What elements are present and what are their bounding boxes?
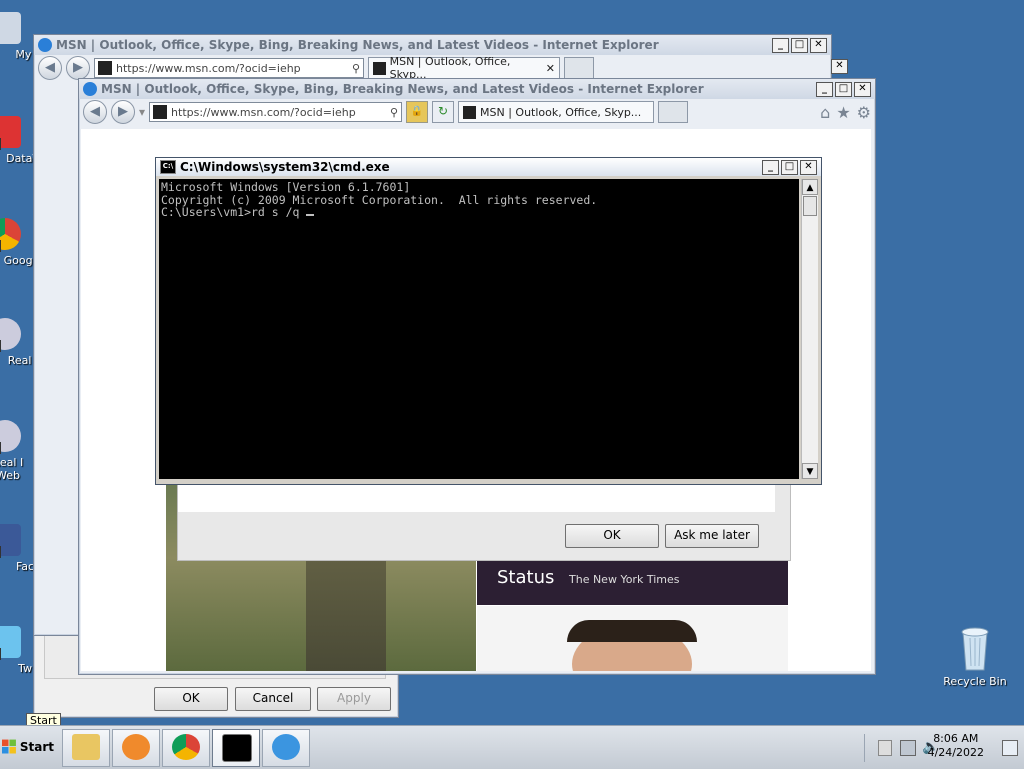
cmd-icon: C:\ (160, 160, 176, 174)
taskbar-chrome[interactable] (162, 729, 210, 767)
search-icon[interactable]: ⚲ (352, 62, 360, 75)
real-player-icon (0, 318, 21, 352)
address-text: https://www.msn.com/?ocid=iehp (116, 61, 301, 75)
home-icon[interactable]: ⌂ (820, 103, 830, 122)
scroll-down-arrow-icon[interactable]: ▼ (802, 463, 818, 479)
tab-label: MSN | Outlook, Office, Skyp... (480, 105, 642, 119)
back-button[interactable]: ◀ (38, 56, 62, 80)
facebook-icon (0, 524, 21, 558)
desktop-icon-label: Recycle Bin (943, 675, 1007, 688)
ie-icon (83, 82, 97, 96)
window-title: MSN | Outlook, Office, Skype, Bing, Brea… (56, 38, 659, 52)
ie-icon (38, 38, 52, 52)
system-tray: 🔈 8:06 AM 4/24/2022 (864, 726, 1024, 769)
ok-button[interactable]: OK (565, 524, 659, 548)
refresh-icon[interactable]: ↻ (432, 101, 455, 123)
action-center-icon[interactable] (878, 740, 892, 756)
computer-icon (0, 12, 21, 44)
back-button[interactable]: ◀ (83, 100, 107, 124)
gear-icon[interactable]: ⚙ (857, 103, 871, 122)
ok-button[interactable]: OK (154, 687, 228, 711)
windows-logo-icon (2, 739, 16, 754)
console-output[interactable]: Microsoft Windows [Version 6.1.7601] Copy… (159, 179, 799, 479)
desktop-icon-label: Tw (18, 662, 32, 675)
console-line: Microsoft Windows [Version 6.1.7601] (161, 180, 411, 194)
ie-icon (272, 734, 300, 760)
news-image-portrait[interactable] (477, 606, 788, 671)
scroll-thumb[interactable] (803, 196, 817, 216)
chrome-icon (172, 734, 200, 760)
desktop-icon-recycle-bin[interactable]: Recycle Bin (940, 626, 1010, 688)
forward-button[interactable]: ▶ (66, 56, 90, 80)
lock-icon[interactable]: 🔒 (406, 101, 429, 123)
notification-dialog: OK Ask me later (177, 483, 791, 561)
console-prompt-line: C:\Users\vm1>rd s /q (161, 205, 307, 219)
text-cursor (306, 214, 315, 216)
title-bar: C:\ C:\Windows\system32\cmd.exe _ □ ✕ (156, 158, 821, 176)
maximize-button[interactable]: □ (781, 159, 798, 175)
msn-favicon (463, 105, 477, 119)
scroll-up-arrow-icon[interactable]: ▲ (802, 179, 818, 195)
close-button[interactable]: ✕ (800, 159, 817, 175)
chrome-icon (0, 218, 21, 252)
start-label: Start (19, 740, 54, 754)
datav-icon (0, 116, 21, 150)
minimize-button[interactable]: _ (816, 81, 833, 97)
taskbar-cmd[interactable] (212, 729, 260, 767)
network-icon[interactable] (900, 740, 916, 756)
desktop-icon-label: Fac (15, 560, 35, 573)
twitter-icon (0, 626, 21, 660)
history-dropdown-icon[interactable]: ▾ (139, 105, 145, 119)
title-bar: MSN | Outlook, Office, Skype, Bing, Brea… (34, 35, 831, 55)
title-bar: MSN | Outlook, Office, Skype, Bing, Brea… (79, 79, 875, 99)
taskbar: Start 🔈 8:06 AM 4/24/2022 (0, 725, 1024, 769)
news-headline: Status (497, 567, 555, 588)
close-button[interactable]: ✕ (810, 37, 827, 53)
clock-time: 8:06 AM (933, 732, 979, 745)
cmd-window: C:\ C:\Windows\system32\cmd.exe _ □ ✕ Mi… (155, 157, 822, 485)
window-title: C:\Windows\system32\cmd.exe (180, 160, 390, 174)
close-button[interactable]: ✕ (854, 81, 871, 97)
show-desktop-icon[interactable] (1002, 740, 1018, 756)
browser-tab[interactable]: MSN | Outlook, Office, Skyp... ✕ (368, 55, 560, 81)
msn-favicon (153, 105, 168, 119)
minimize-button[interactable]: _ (762, 159, 779, 175)
new-tab-button[interactable] (564, 57, 594, 79)
msn-favicon (98, 61, 112, 75)
media-player-icon (122, 734, 150, 760)
address-bar[interactable]: https://www.msn.com/?ocid=iehp ⚲ (149, 102, 403, 122)
start-button[interactable]: Start (2, 729, 54, 765)
apply-button[interactable]: Apply (317, 687, 391, 711)
new-tab-button[interactable] (658, 101, 689, 123)
desktop-icon-label: Real I Web (0, 456, 24, 482)
folder-icon (72, 734, 100, 760)
news-source: The New York Times (569, 573, 680, 586)
taskbar-explorer[interactable] (62, 729, 110, 767)
favorites-star-icon[interactable]: ★ (836, 103, 850, 122)
ask-me-later-button[interactable]: Ask me later (665, 524, 759, 548)
forward-button[interactable]: ▶ (111, 100, 135, 124)
address-bar[interactable]: https://www.msn.com/?ocid=iehp ⚲ (94, 58, 364, 78)
taskbar-internet-explorer[interactable] (262, 729, 310, 767)
vertical-scrollbar[interactable]: ▲ ▼ (801, 179, 818, 479)
real-player-icon (0, 420, 21, 454)
minimize-button[interactable]: _ (772, 37, 789, 53)
search-icon[interactable]: ⚲ (390, 106, 398, 119)
close-button[interactable]: ✕ (831, 59, 848, 74)
msn-favicon (373, 61, 386, 75)
maximize-button[interactable]: □ (835, 81, 852, 97)
clock[interactable]: 8:06 AM 4/24/2022 (928, 732, 984, 760)
window-title: MSN | Outlook, Office, Skype, Bing, Brea… (101, 82, 704, 96)
cancel-button[interactable]: Cancel (235, 687, 311, 711)
clock-date: 4/24/2022 (927, 746, 984, 759)
maximize-button[interactable]: □ (791, 37, 808, 53)
close-tab-icon[interactable]: ✕ (546, 62, 555, 75)
taskbar-media-player[interactable] (112, 729, 160, 767)
address-text: https://www.msn.com/?ocid=iehp (171, 105, 356, 119)
browser-tab[interactable]: MSN | Outlook, Office, Skyp... (458, 101, 655, 123)
cmd-icon (222, 734, 252, 762)
recycle-bin-icon (961, 627, 989, 671)
